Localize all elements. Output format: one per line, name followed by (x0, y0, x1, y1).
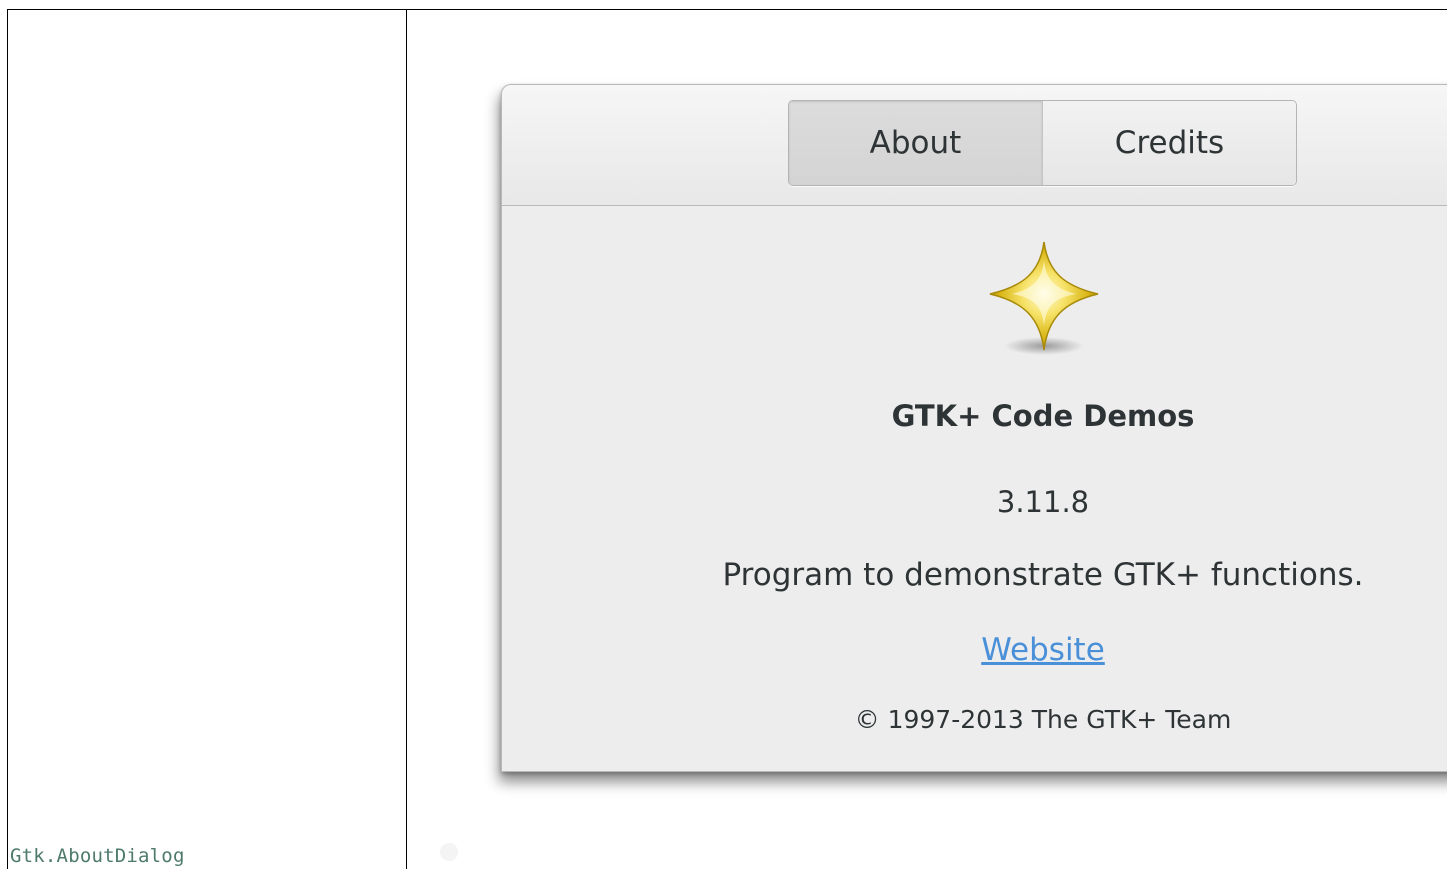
dialog-header: About Credits (502, 85, 1447, 206)
tab-about[interactable]: About (789, 101, 1043, 185)
gold-star-icon (989, 241, 1099, 355)
website-row: Website (502, 632, 1447, 668)
program-name: GTK+ Code Demos (891, 399, 1195, 433)
frame-divider (406, 9, 407, 869)
about-dialog: About Credits GTK+ Code Demos 3.11.8 Pro… (501, 84, 1447, 772)
widget-caption: Gtk.AboutDialog (10, 845, 185, 867)
faint-artifact (440, 843, 458, 861)
website-link[interactable]: Website (981, 632, 1105, 668)
tab-credits[interactable]: Credits (1043, 101, 1296, 185)
comments-label: Program to demonstrate GTK+ functions. (722, 557, 1364, 593)
version-label: 3.11.8 (996, 485, 1090, 519)
copyright-label: © 1997-2013 The GTK+ Team (854, 705, 1232, 734)
stack-switcher: About Credits (788, 100, 1297, 186)
